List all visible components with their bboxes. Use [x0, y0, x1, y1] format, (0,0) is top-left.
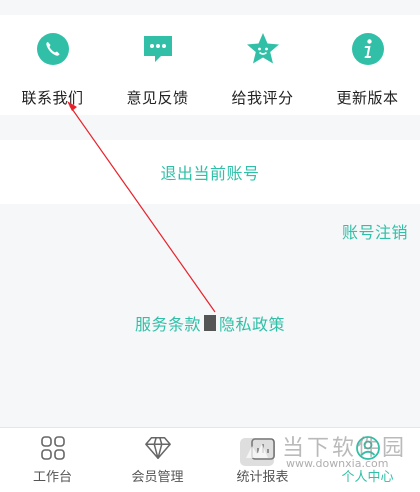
feedback-button[interactable]: 意见反馈: [105, 15, 210, 115]
action-row: 联系我们 意见反馈 给我评分 更新版本: [0, 15, 420, 115]
update-version-button[interactable]: 更新版本: [315, 15, 420, 115]
tab-member-management-label: 会员管理: [131, 470, 184, 485]
section-gap: [0, 115, 420, 140]
tab-personal-center[interactable]: 个人中心: [315, 428, 420, 492]
tab-workbench[interactable]: 工作台: [0, 428, 105, 492]
separator-block: [204, 315, 216, 331]
logout-button[interactable]: 退出当前账号: [0, 140, 420, 204]
grid-icon: [39, 434, 67, 462]
chart-icon: [249, 434, 277, 462]
rate-us-button[interactable]: 给我评分: [210, 15, 315, 115]
tab-statistics-label: 统计报表: [236, 470, 289, 485]
privacy-policy-link[interactable]: 隐私政策: [219, 311, 285, 335]
tab-personal-center-label: 个人中心: [341, 470, 394, 485]
tab-workbench-label: 工作台: [32, 470, 72, 485]
cancel-account-link[interactable]: 账号注销: [342, 219, 408, 243]
diamond-icon: [144, 434, 172, 462]
star-face-icon: [245, 31, 281, 67]
tab-statistics[interactable]: 统计报表: [210, 428, 315, 492]
update-version-label: 更新版本: [336, 89, 399, 107]
person-icon: [354, 434, 382, 462]
top-strip: [0, 0, 420, 15]
policy-links: 服务条款 隐私政策: [0, 311, 420, 335]
bottom-tab-bar: 工作台 会员管理 统计报表 个人中心: [0, 427, 420, 492]
feedback-label: 意见反馈: [126, 89, 189, 107]
tab-member-management[interactable]: 会员管理: [105, 428, 210, 492]
rate-us-label: 给我评分: [231, 89, 294, 107]
contact-us-label: 联系我们: [21, 89, 84, 107]
contact-us-button[interactable]: 联系我们: [0, 15, 105, 115]
info-icon: [350, 31, 386, 67]
terms-of-service-link[interactable]: 服务条款: [135, 311, 201, 335]
feedback-icon: [140, 31, 176, 67]
phone-icon: [35, 31, 71, 67]
